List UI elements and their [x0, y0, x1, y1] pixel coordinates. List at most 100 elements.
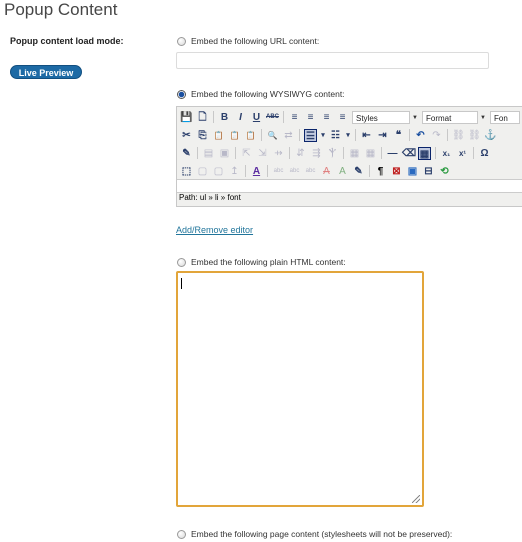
- insert-row-icon[interactable]: ▤: [202, 147, 215, 160]
- plain-html-radio[interactable]: [177, 257, 186, 267]
- save-icon[interactable]: 💾: [180, 111, 193, 124]
- insert-layer-icon[interactable]: ⬚: [180, 165, 193, 178]
- link-icon[interactable]: ⛓: [452, 129, 465, 142]
- template-icon[interactable]: ▣: [406, 165, 419, 178]
- visual-aid-icon[interactable]: ▦: [418, 146, 431, 160]
- cite-icon[interactable]: abc: [272, 165, 285, 178]
- paste-word-icon[interactable]: 📋: [244, 129, 257, 142]
- url-radio[interactable]: [177, 36, 186, 46]
- blockquote-icon[interactable]: ❝: [392, 129, 405, 142]
- cut-icon[interactable]: ✂: [180, 129, 193, 142]
- toolbar-separator: [381, 147, 382, 159]
- resize-handle-icon[interactable]: [412, 495, 420, 503]
- wysiwyg-option[interactable]: Embed the following WYSIWYG content:: [177, 89, 345, 99]
- url-option[interactable]: Embed the following URL content:: [177, 36, 319, 46]
- toolbar-separator: [409, 129, 410, 141]
- wysiwyg-radio[interactable]: [177, 89, 186, 99]
- toolbar-separator: [447, 129, 448, 141]
- paste-text-icon[interactable]: 📋: [228, 129, 241, 142]
- plain-html-option[interactable]: Embed the following plain HTML content:: [177, 257, 346, 267]
- align-left-icon[interactable]: ≡: [288, 111, 301, 124]
- toolbar-separator: [245, 165, 246, 177]
- restore-draft-icon[interactable]: ⟲: [438, 165, 451, 178]
- absolute-icon[interactable]: ↥: [228, 165, 241, 178]
- superscript-icon[interactable]: x¹: [456, 147, 469, 160]
- edit-css-icon[interactable]: ✎: [180, 147, 193, 160]
- wysiwyg-content-area[interactable]: [177, 179, 522, 193]
- new-document-icon[interactable]: 🗋: [196, 111, 209, 124]
- undo-icon[interactable]: ↶: [414, 129, 427, 142]
- toolbar-separator: [289, 147, 290, 159]
- indent-icon[interactable]: ⇥: [376, 129, 389, 142]
- outdent-icon[interactable]: ⇤: [360, 129, 373, 142]
- col-before-icon[interactable]: ⇱: [240, 147, 253, 160]
- nonbreaking-icon[interactable]: ⊠: [390, 165, 403, 178]
- strikethrough-icon[interactable]: ABC: [266, 111, 279, 124]
- find-icon[interactable]: 🔍: [266, 129, 279, 142]
- bullet-list-icon[interactable]: ☰: [304, 128, 317, 142]
- italic-icon[interactable]: I: [234, 111, 247, 124]
- toolbar-separator: [261, 129, 262, 141]
- toolbar-row-4: ⬚ ▢ ▢ ↥ A abc abc abc A A ✎ ¶ ⊠ ▣ ⊟ ⟲: [180, 163, 451, 179]
- toolbar-separator: [473, 147, 474, 159]
- horizontal-rule-icon[interactable]: —: [386, 147, 399, 160]
- url-option-label: Embed the following URL content:: [191, 36, 320, 46]
- format-select[interactable]: Format ▼: [422, 110, 486, 124]
- insert-text-icon[interactable]: A: [336, 165, 349, 178]
- styles-select[interactable]: Styles ▼: [352, 110, 418, 124]
- chevron-down-icon[interactable]: ▾: [320, 129, 326, 142]
- move-backward-icon[interactable]: ▢: [212, 165, 225, 178]
- wysiwyg-option-label: Embed the following WYSIWYG content:: [191, 89, 345, 99]
- col-after-icon[interactable]: ⇲: [256, 147, 269, 160]
- toolbar-separator: [213, 111, 214, 123]
- delete-row-icon[interactable]: ▣: [218, 147, 231, 160]
- merge-cells-icon[interactable]: ⇶: [310, 147, 323, 160]
- page-content-option[interactable]: Embed the following page content (styles…: [177, 529, 452, 539]
- redo-icon[interactable]: ↷: [430, 129, 443, 142]
- table-props-icon[interactable]: Ⲯ: [326, 147, 339, 160]
- plain-html-textarea[interactable]: [176, 271, 424, 507]
- toolbar-row-2: ✂ ⎘ 📋 📋 📋 🔍 ⇄ ☰ ▾ ☷ ▾ ⇤ ⇥ ❝ ↶ ↷ ⛓ ⛓ ⚓: [180, 127, 497, 143]
- plain-html-option-label: Embed the following plain HTML content:: [191, 257, 346, 267]
- align-center-icon[interactable]: ≡: [304, 111, 317, 124]
- paste-icon[interactable]: 📋: [212, 129, 225, 142]
- live-preview-button[interactable]: Live Preview: [10, 65, 82, 79]
- format-select-value: Format: [426, 113, 452, 123]
- eraser-icon[interactable]: ⌫: [402, 147, 416, 160]
- numbered-list-icon[interactable]: ☷: [329, 129, 342, 142]
- toolbar-separator: [267, 165, 268, 177]
- subscript-icon[interactable]: x₁: [440, 147, 453, 160]
- special-char-icon[interactable]: Ω: [478, 147, 491, 160]
- move-forward-icon[interactable]: ▢: [196, 165, 209, 178]
- wysiwyg-editor: 💾 🗋 B I U ABC ≡ ≡ ≡ ≡ Styles ▼ Format ▼ Fo…: [176, 106, 522, 207]
- show-blocks-icon[interactable]: ¶: [374, 165, 387, 178]
- page-title: Popup Content: [4, 0, 118, 19]
- unlink-icon[interactable]: ⛓: [468, 129, 481, 142]
- url-input[interactable]: [176, 52, 489, 69]
- chevron-down-icon[interactable]: ▾: [345, 129, 351, 142]
- toolbar-separator: [283, 111, 284, 123]
- toolbar-separator: [235, 147, 236, 159]
- underline-icon[interactable]: U: [250, 111, 263, 124]
- row-props-icon[interactable]: ▦: [364, 147, 377, 160]
- align-justify-icon[interactable]: ≡: [336, 111, 349, 124]
- style-props-icon[interactable]: A: [250, 165, 263, 178]
- toolbar-row-3: ✎ ▤ ▣ ⇱ ⇲ ⇸ ⇵ ⇶ Ⲯ ▦ ▦ — ⌫ ▦ x₁ x¹ Ω: [180, 145, 491, 161]
- delete-text-icon[interactable]: A: [320, 165, 333, 178]
- abbr-icon[interactable]: abc: [288, 165, 301, 178]
- delete-col-icon[interactable]: ⇸: [272, 147, 285, 160]
- copy-icon[interactable]: ⎘: [196, 129, 209, 142]
- cell-props-icon[interactable]: ▦: [348, 147, 361, 160]
- attributes-icon[interactable]: ✎: [352, 165, 365, 178]
- add-remove-editor-link[interactable]: Add/Remove editor: [176, 225, 253, 235]
- font-select-value: Fon: [494, 113, 508, 123]
- align-right-icon[interactable]: ≡: [320, 111, 333, 124]
- acronym-icon[interactable]: abc: [304, 165, 317, 178]
- anchor-icon[interactable]: ⚓: [484, 129, 497, 142]
- replace-icon[interactable]: ⇄: [282, 129, 295, 142]
- font-select[interactable]: Fon: [490, 110, 520, 124]
- split-cells-icon[interactable]: ⇵: [294, 147, 307, 160]
- pagebreak-icon[interactable]: ⊟: [422, 165, 435, 178]
- page-content-radio[interactable]: [177, 529, 186, 539]
- bold-icon[interactable]: B: [218, 111, 231, 124]
